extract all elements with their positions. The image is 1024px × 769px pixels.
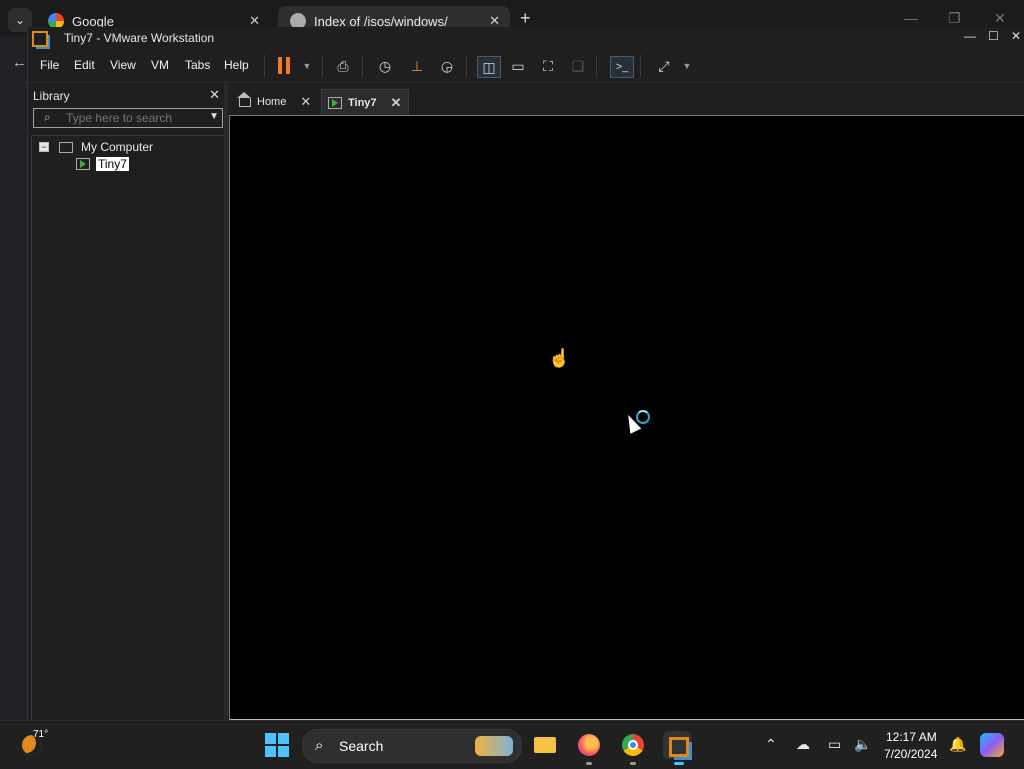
toolbar-separator <box>596 55 597 77</box>
toolbar-separator <box>362 55 363 77</box>
unity-icon[interactable]: ❏ <box>567 56 589 76</box>
start-button[interactable] <box>265 733 289 757</box>
tab-tiny7[interactable]: Tiny7 ✕ <box>321 89 409 116</box>
chevron-down-icon[interactable]: ▼ <box>209 111 219 122</box>
weather-temperature: 71° <box>33 729 49 740</box>
clock-date[interactable]: 7/20/2024 <box>884 747 937 761</box>
thumbnail-bar-icon[interactable]: ▭ <box>507 56 529 76</box>
snapshot-icon[interactable]: ◷ <box>374 56 396 76</box>
menu-help[interactable]: Help <box>224 58 249 72</box>
snapshot-manager-icon[interactable]: ◶ <box>436 56 458 76</box>
vm-tab-strip: Home ✕ Tiny7 ✕ <box>229 84 1024 116</box>
menu-toolbar: File Edit View VM Tabs Help ▼ ⎙ ◷ ⊥ ◶ ◫ … <box>28 49 1024 83</box>
taskbar-search[interactable]: ⌕ Search <box>302 729 522 763</box>
revert-snapshot-icon[interactable]: ⊥ <box>406 56 428 76</box>
library-tree: − My Computer Tiny7 <box>31 135 225 721</box>
minimize-icon[interactable]: — <box>904 10 918 26</box>
tab-home[interactable]: Home ✕ <box>231 89 323 115</box>
file-explorer-icon[interactable] <box>531 731 559 759</box>
menu-file[interactable]: File <box>40 58 59 72</box>
stretch-guest-icon[interactable]: ⤢ <box>653 56 675 76</box>
vmware-workstation-icon[interactable] <box>663 731 691 759</box>
window-titlebar: Tiny7 - VMware Workstation — ☐ ✕ <box>28 27 1024 49</box>
tree-label: Tiny7 <box>96 157 129 171</box>
firefox-icon[interactable] <box>575 731 603 759</box>
new-tab-button[interactable]: + <box>520 8 531 29</box>
library-search: ⌕ ▼ <box>33 108 223 128</box>
toolbar-separator <box>264 55 265 77</box>
menu-edit[interactable]: Edit <box>74 58 95 72</box>
collapse-icon[interactable]: − <box>39 142 49 152</box>
chrome-icon[interactable] <box>619 731 647 759</box>
search-icon: ⌕ <box>315 737 324 754</box>
menu-view[interactable]: View <box>110 58 136 72</box>
tree-node-tiny7[interactable]: Tiny7 <box>76 157 129 171</box>
clock-time[interactable]: 12:17 AM <box>886 730 937 744</box>
chevron-down-icon[interactable]: ▼ <box>676 56 698 76</box>
console-view-icon[interactable]: >_ <box>610 56 634 78</box>
onedrive-icon[interactable]: ☁ <box>796 736 810 753</box>
hand-cursor-icon: ☝ <box>548 348 571 368</box>
home-icon <box>237 91 251 107</box>
copilot-icon[interactable] <box>980 733 1004 757</box>
computer-icon <box>59 141 73 153</box>
running-indicator <box>630 762 636 765</box>
close-icon[interactable]: ✕ <box>391 95 402 111</box>
toolbar-separator <box>640 55 641 77</box>
close-icon[interactable]: ✕ <box>1011 29 1021 43</box>
close-icon[interactable]: ✕ <box>994 10 1006 27</box>
close-icon[interactable]: ✕ <box>300 94 311 110</box>
search-label: Search <box>339 738 384 754</box>
search-icon: ⌕ <box>44 110 51 124</box>
search-highlight-icon <box>475 736 513 756</box>
display-icon[interactable]: ▭ <box>828 736 841 753</box>
close-icon[interactable]: ✕ <box>209 87 220 103</box>
busy-spinner-icon <box>636 410 650 424</box>
tab-label: Home <box>257 96 287 108</box>
vm-running-icon <box>76 158 90 170</box>
minimize-icon[interactable]: — <box>964 29 976 43</box>
keyboard-icon[interactable]: ⎙ <box>332 56 354 76</box>
toolbar-separator <box>322 55 323 77</box>
back-arrow-icon[interactable]: ← <box>12 54 27 71</box>
toolbar-separator <box>466 55 467 77</box>
tree-label: My Computer <box>81 140 154 154</box>
menu-tabs[interactable]: Tabs <box>185 58 210 72</box>
chevron-up-icon[interactable]: ⌃ <box>765 736 777 753</box>
bell-icon[interactable]: 🔔 <box>949 736 966 753</box>
vm-running-icon <box>328 97 342 109</box>
vmware-logo-icon <box>32 31 48 47</box>
chevron-down-icon[interactable]: ▼ <box>296 56 318 76</box>
active-indicator <box>674 762 684 765</box>
pane-splitter[interactable] <box>224 84 228 720</box>
library-pane: Library ✕ ⌕ ▼ − My Computer Tiny7 <box>31 84 225 721</box>
running-indicator <box>586 762 592 765</box>
browser-page-behind: ← <box>0 36 28 720</box>
taskbar: 71° ⌕ Search ⌃ ☁ ▭ 🔈 12:17 AM 7/20/2024 … <box>0 720 1024 769</box>
speaker-muted-icon[interactable]: 🔈 <box>854 736 871 753</box>
menu-vm[interactable]: VM <box>151 58 169 72</box>
tree-node-my-computer[interactable]: − My Computer <box>39 140 153 154</box>
library-search-input[interactable] <box>66 110 196 125</box>
tab-label: Tiny7 <box>348 97 377 109</box>
vmware-window: Tiny7 - VMware Workstation — ☐ ✕ File Ed… <box>27 27 1024 721</box>
window-title: Tiny7 - VMware Workstation <box>64 31 215 45</box>
full-screen-icon[interactable]: ⛶ <box>537 56 559 76</box>
restore-icon[interactable]: ❐ <box>948 10 961 27</box>
maximize-icon[interactable]: ☐ <box>988 29 999 43</box>
show-library-icon[interactable]: ◫ <box>477 56 501 78</box>
library-title: Library <box>33 89 70 103</box>
